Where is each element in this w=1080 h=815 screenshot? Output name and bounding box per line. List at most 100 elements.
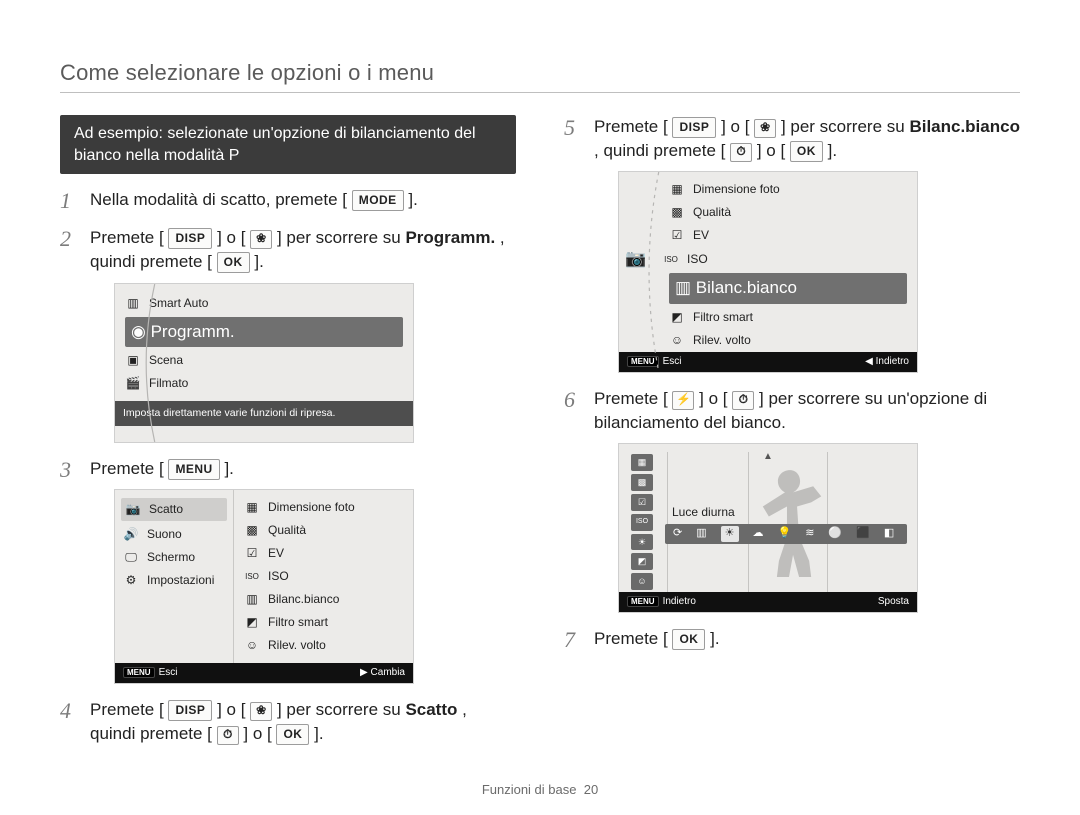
- lcd-wb-preview: ▲ ▦ ▩ ☑ ISO ☀ ◩ ☺: [618, 443, 918, 613]
- ev-icon: ☑: [244, 545, 260, 562]
- menu-item-label: EV: [268, 545, 284, 562]
- step-1: Nella modalità di scatto, premete [ MODE…: [60, 188, 516, 212]
- menu-tab-display[interactable]: 🖵Schermo: [115, 546, 233, 569]
- side-icon: ☑: [631, 494, 653, 511]
- timer-icon: ⏱: [217, 726, 239, 745]
- submenu-item-label: ISO: [687, 251, 708, 268]
- sound-icon: 🔊: [123, 526, 139, 543]
- left-tri-icon: ◀: [865, 356, 873, 367]
- step-text: ] o [: [699, 389, 727, 408]
- bold-target: Scatto: [405, 700, 457, 719]
- submenu-item[interactable]: ▦Dimensione foto: [659, 178, 917, 201]
- menu-item[interactable]: ISOISO: [234, 565, 413, 588]
- submenu-item[interactable]: ☺Rilev. volto: [659, 329, 917, 352]
- menu-tab-settings[interactable]: ⚙Impostazioni: [115, 569, 233, 592]
- menu-left-pane: 📷Scatto 🔊Suono 🖵Schermo ⚙Impostazioni: [115, 490, 234, 663]
- right-tri-icon: ▶: [360, 667, 368, 678]
- menu-button-label: MENU: [168, 459, 219, 480]
- menu-item-label: Bilanc.bianco: [268, 591, 339, 608]
- footer-page-number: 20: [584, 782, 598, 797]
- lcd-footer: MENU Esci ▶ Cambia: [115, 663, 413, 683]
- menu-item-label: Qualità: [268, 522, 306, 539]
- menu-item[interactable]: ☺Rilev. volto: [234, 634, 413, 657]
- footer-action-change[interactable]: Cambia: [371, 667, 405, 678]
- submenu-item[interactable]: ◩Filtro smart: [659, 306, 917, 329]
- footer-action-back[interactable]: Indietro: [663, 596, 696, 607]
- submenu-item[interactable]: ISOISO: [653, 248, 917, 271]
- camera-icon: 📷: [619, 247, 653, 271]
- page-footer: Funzioni di base 20: [0, 782, 1080, 797]
- movie-icon: 🎬: [125, 375, 141, 392]
- example-banner: Ad esempio: selezionate un'opzione di bi…: [60, 115, 516, 174]
- submenu-item[interactable]: ☑EV: [659, 224, 917, 247]
- display-icon: 🖵: [123, 549, 139, 566]
- timer-icon: ⏱: [732, 391, 754, 410]
- menu-key-icon: MENU: [627, 596, 659, 607]
- step-text: Premete [: [90, 459, 164, 478]
- menu-tab-shoot[interactable]: 📷Scatto: [121, 498, 227, 521]
- mode-button-label: MODE: [352, 190, 404, 211]
- step-text: ] per scorrere su: [277, 228, 406, 247]
- menu-key-icon: MENU: [123, 667, 155, 678]
- footer-section: Funzioni di base: [482, 782, 577, 797]
- side-icon: ISO: [631, 514, 653, 531]
- bold-target: Bilanc.bianco: [909, 117, 1020, 136]
- step-text: Premete [: [594, 629, 668, 648]
- menu-item[interactable]: ◩Filtro smart: [234, 611, 413, 634]
- size-icon: ▦: [669, 181, 685, 198]
- step-text: ] per scorrere su: [277, 700, 406, 719]
- wb-option[interactable]: ≋: [805, 526, 814, 542]
- step-text: ] per scorrere su: [781, 117, 910, 136]
- ok-button-label: OK: [790, 141, 823, 162]
- filter-icon: ◩: [244, 614, 260, 631]
- submenu-item-label: Rilev. volto: [693, 332, 751, 349]
- step-3: Premete [ MENU ]. 📷Scatto 🔊Suono 🖵Scherm…: [60, 457, 516, 685]
- menu-item[interactable]: ▩Qualità: [234, 519, 413, 542]
- timer-icon: ⏱: [730, 143, 752, 162]
- footer-action-back[interactable]: Indietro: [876, 356, 909, 367]
- mode-item-selected[interactable]: ◉ Programm.: [125, 317, 403, 347]
- preview-sidebar: ▦ ▩ ☑ ISO ☀ ◩ ☺: [627, 454, 657, 590]
- page-title: Come selezionare le opzioni o i menu: [60, 60, 1020, 93]
- wb-option-strip[interactable]: ⟳ ▥ ☀ ☁ 💡 ≋ ⚪ ⬛ ◧: [665, 524, 907, 544]
- submenu-item-selected[interactable]: ▥ Bilanc.bianco: [669, 273, 907, 303]
- mode-item-label: Scena: [149, 352, 183, 369]
- menu-item-label: ISO: [268, 568, 289, 585]
- mode-tip: Imposta direttamente varie funzioni di r…: [115, 401, 413, 426]
- side-icon: ◩: [631, 553, 653, 570]
- mode-item[interactable]: ▣Scena: [115, 349, 413, 372]
- footer-action-exit[interactable]: Esci: [663, 356, 682, 367]
- menu-item[interactable]: ▦Dimensione foto: [234, 496, 413, 519]
- menu-item[interactable]: ☑ EV: [234, 542, 413, 565]
- wb-option[interactable]: ▥: [696, 526, 706, 542]
- menu-item[interactable]: ▥Bilanc.bianco: [234, 588, 413, 611]
- wb-option-selected[interactable]: ☀: [721, 526, 739, 542]
- quality-icon: ▩: [669, 204, 685, 221]
- step-text: ] o [: [243, 724, 271, 743]
- wb-option-label: Luce diurna: [672, 504, 907, 521]
- submenu-item-label: Bilanc.bianco: [696, 278, 797, 297]
- side-icon: ☺: [631, 573, 653, 590]
- footer-action-exit[interactable]: Esci: [159, 667, 178, 678]
- step-7: Premete [ OK ].: [564, 627, 1020, 651]
- wb-icon: ▥: [675, 278, 691, 297]
- mode-item[interactable]: ▥Smart Auto: [115, 292, 413, 315]
- submenu-item[interactable]: ▩Qualità: [659, 201, 917, 224]
- menu-tab-sound[interactable]: 🔊Suono: [115, 523, 233, 546]
- step-text: ].: [254, 252, 263, 271]
- wb-option[interactable]: ⬛: [856, 526, 870, 542]
- lcd-mode-select: ▥Smart Auto ◉ Programm. ▣Scena 🎬Filmato …: [114, 283, 414, 443]
- footer-action-move[interactable]: Sposta: [878, 596, 909, 607]
- wb-option[interactable]: 💡: [778, 526, 792, 542]
- wb-option[interactable]: ◧: [884, 526, 894, 542]
- menu-key-icon: MENU: [627, 356, 659, 367]
- lcd-wb-submenu: ▦Dimensione foto ▩Qualità ☑EV 📷 ISOISO ▥…: [618, 171, 918, 373]
- wb-option[interactable]: ⚪: [828, 526, 842, 542]
- mode-item[interactable]: 🎬Filmato: [115, 372, 413, 395]
- wb-option[interactable]: ☁: [753, 526, 764, 542]
- step-text: ].: [314, 724, 323, 743]
- step-text: Premete [: [594, 117, 668, 136]
- step-5: Premete [ DISP ] o [ ❀ ] per scorrere su…: [564, 115, 1020, 373]
- wb-option[interactable]: ⟳: [673, 526, 682, 542]
- filter-icon: ◩: [669, 309, 685, 326]
